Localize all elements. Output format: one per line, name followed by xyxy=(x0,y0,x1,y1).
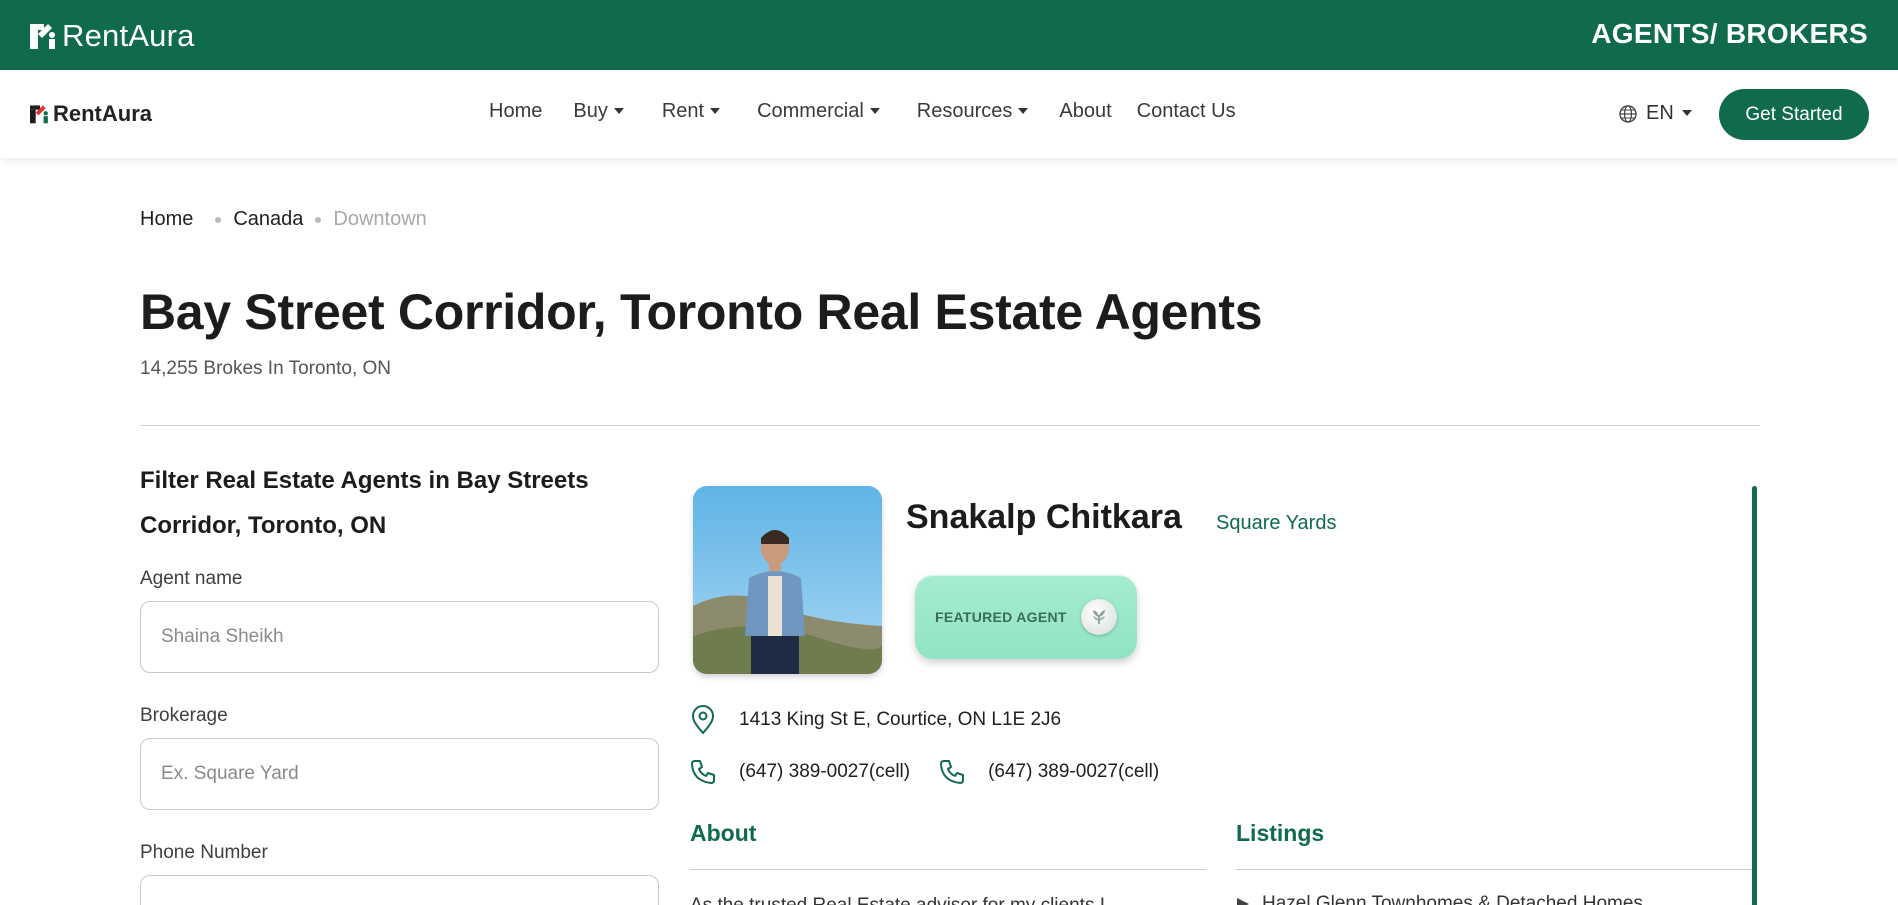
nav-about[interactable]: About xyxy=(1059,100,1111,123)
nav-resources-label: Resources xyxy=(916,100,1013,122)
listing-item[interactable]: Hazel Glenn Townhomes & Detached Homes xyxy=(1236,893,1643,905)
breadcrumb-separator xyxy=(315,216,322,223)
language-selector[interactable]: EN xyxy=(1618,102,1692,125)
agent-portrait-image xyxy=(693,486,882,674)
main-navbar: RentAura Home Buy Rent Commercial Resour… xyxy=(0,70,1898,158)
agent-address: 1413 King St E, Courtice, ON L1E 2J6 xyxy=(739,709,1062,730)
agent-phone-2[interactable]: (647) 389-0027(cell) xyxy=(988,761,1159,783)
nav-rent-label: Rent xyxy=(661,100,705,122)
listing-title: Hazel Glenn Townhomes & Detached Homes xyxy=(1262,893,1643,905)
brokerage-input[interactable] xyxy=(140,738,659,810)
caret-down-icon xyxy=(1681,109,1692,116)
about-divider xyxy=(690,869,1206,870)
agent-photo[interactable] xyxy=(693,486,882,674)
nav-buy[interactable]: Buy xyxy=(573,100,624,123)
rentaura-logo-icon xyxy=(30,24,55,49)
breadcrumb-separator xyxy=(215,216,222,223)
nav-commercial-label: Commercial xyxy=(757,100,864,122)
about-text: As the trusted Real Estate advisor for m… xyxy=(690,895,1105,905)
nav-home-label: Home xyxy=(489,100,543,122)
nav-contact[interactable]: Contact Us xyxy=(1137,100,1236,123)
caret-down-icon xyxy=(869,107,880,114)
topbar-logo[interactable]: RentAura xyxy=(30,18,195,54)
phone-number-input[interactable] xyxy=(140,875,659,905)
featured-agent-label: FEATURED AGENT xyxy=(935,609,1067,625)
brokerage-label: Brokerage xyxy=(140,705,228,726)
language-label: EN xyxy=(1646,102,1674,124)
caret-down-icon xyxy=(613,107,624,114)
nav-links: Home Buy Rent Commercial Resources About… xyxy=(489,100,1236,123)
caret-down-icon xyxy=(1018,107,1029,114)
section-title: AGENTS/ BROKERS xyxy=(1591,18,1868,49)
nav-rent[interactable]: Rent xyxy=(661,100,721,123)
agent-phones-row: (647) 389-0027(cell) (647) 389-0027(cell… xyxy=(689,757,1159,787)
phone-icon xyxy=(689,757,717,787)
broker-count: 14,255 Brokes In Toronto, ON xyxy=(140,358,392,379)
section-divider xyxy=(140,425,1760,426)
agent-name[interactable]: Snakalp Chitkara xyxy=(906,498,1182,537)
nav-contact-label: Contact Us xyxy=(1136,100,1236,122)
breadcrumb-canada[interactable]: Canada xyxy=(233,208,303,231)
play-bullet-icon xyxy=(1237,898,1249,905)
filter-title: Filter Real Estate Agents in Bay Streets… xyxy=(140,467,589,539)
globe-icon xyxy=(1619,104,1637,123)
nav-about-label: About xyxy=(1059,100,1112,122)
rentaura-logo-icon xyxy=(30,105,48,124)
get-started-button[interactable]: Get Started xyxy=(1719,89,1869,140)
about-heading: About xyxy=(690,820,757,846)
phone-icon xyxy=(938,757,966,787)
agent-brokerage-link[interactable]: Square Yards xyxy=(1216,512,1336,535)
agent-name-label: Agent name xyxy=(140,568,243,589)
nav-home[interactable]: Home xyxy=(489,100,542,123)
location-pin-icon xyxy=(689,705,717,735)
agent-name-input[interactable] xyxy=(140,601,659,673)
breadcrumb-downtown: Downtown xyxy=(333,208,427,230)
nav-brand-name: RentAura xyxy=(53,101,153,126)
agent-phone-1[interactable]: (647) 389-0027(cell) xyxy=(739,761,910,783)
caret-down-icon xyxy=(710,107,721,114)
card-scrollbar[interactable] xyxy=(1752,486,1757,905)
nav-commercial[interactable]: Commercial xyxy=(757,100,880,123)
breadcrumb: Home Canada Downtown xyxy=(140,208,427,231)
featured-seal-icon xyxy=(1080,599,1117,635)
top-brand-bar: RentAura AGENTS/ BROKERS xyxy=(0,0,1898,70)
topbar-brand-name: RentAura xyxy=(62,18,195,53)
breadcrumb-home[interactable]: Home xyxy=(140,208,193,231)
page-title: Bay Street Corridor, Toronto Real Estate… xyxy=(140,284,1263,340)
listings-heading: Listings xyxy=(1236,820,1325,846)
nav-buy-label: Buy xyxy=(573,100,608,122)
listings-divider xyxy=(1236,869,1756,870)
phone-number-label: Phone Number xyxy=(140,842,268,863)
featured-agent-badge: FEATURED AGENT xyxy=(915,575,1137,659)
agent-address-row: 1413 King St E, Courtice, ON L1E 2J6 xyxy=(689,705,1061,735)
nav-logo[interactable]: RentAura xyxy=(30,101,152,127)
nav-resources[interactable]: Resources xyxy=(917,100,1029,123)
